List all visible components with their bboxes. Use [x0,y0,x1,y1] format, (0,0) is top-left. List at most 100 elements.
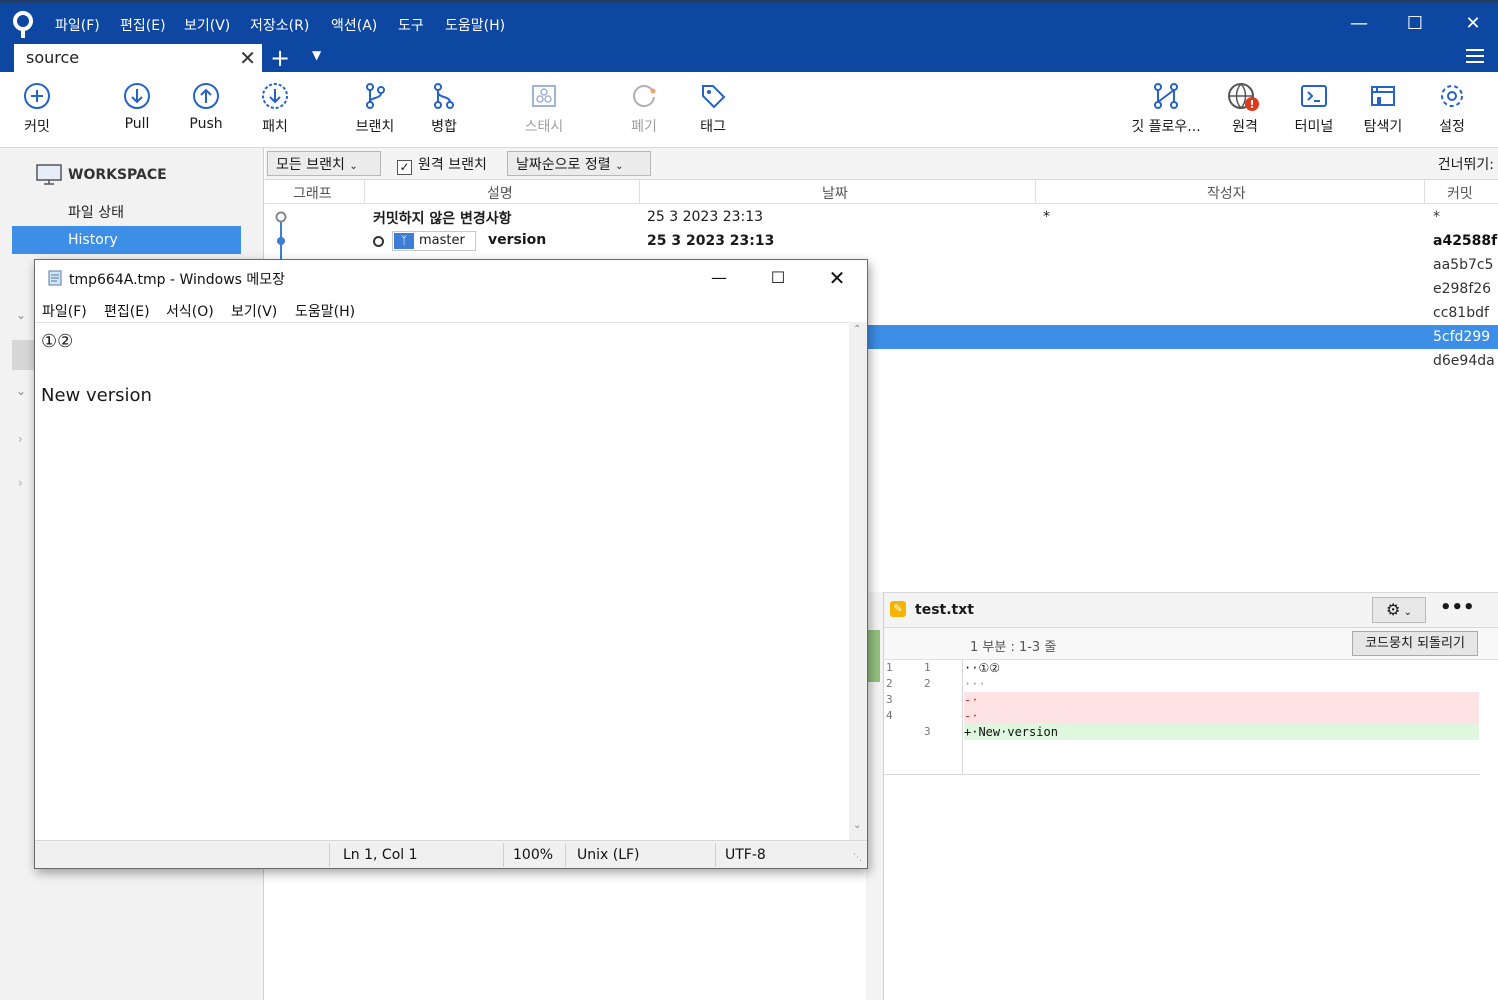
commit-hash[interactable]: cc81bdf [1433,305,1489,321]
diff-line-text: ··①② [964,661,1000,675]
patch-button[interactable]: 패치 [235,82,315,136]
pull-button[interactable]: Pull [97,82,177,132]
notepad-menu-help[interactable]: 도움말(H) [295,301,355,321]
diff-header: ✎ test.txt ⚙ ⌄ ••• [884,592,1498,628]
diff-line-text: -· [964,693,979,707]
remote-globe-icon: ! [1228,83,1259,111]
chevron-right-icon[interactable]: › [18,432,23,446]
menu-file[interactable]: 파일(F) [55,15,100,35]
explorer-button[interactable]: 탐색기 [1343,82,1423,136]
menu-help[interactable]: 도움말(H) [445,15,505,35]
branch-filter-dropdown[interactable]: 모든 브랜치 ⌄ [267,151,381,176]
resize-grip-icon[interactable]: ⋱ [853,853,862,863]
tag-icon [702,85,726,109]
uncommitted-desc[interactable]: 커밋하지 않은 변경사항 [373,208,512,228]
revert-hunk-button[interactable]: 코드뭉치 되돌리기 [1352,631,1478,656]
chevron-down-icon[interactable]: ⌄ [16,308,26,322]
scroll-up-icon[interactable]: ⌃ [853,324,861,335]
patch-label: 패치 [262,119,288,135]
push-button[interactable]: Push [166,82,246,132]
diff-line-deleted[interactable]: -· [964,708,1479,724]
tab-source[interactable]: source ✕ [14,44,262,72]
column-description[interactable]: 설명 [487,183,513,203]
close-button[interactable]: ✕ [1458,11,1488,37]
branch-button[interactable]: 브랜치 [335,82,415,136]
minimize-button[interactable]: — [1344,11,1374,37]
merge-label: 병합 [431,119,457,135]
notepad-vertical-scrollbar[interactable]: ⌃ ⌄ [849,322,867,840]
column-author[interactable]: 작성자 [1207,183,1246,203]
branch-filter-label: 모든 브랜치 [276,157,345,173]
column-commit[interactable]: 커밋 [1447,183,1473,203]
sort-dropdown[interactable]: 날짜순으로 정렬 ⌄ [507,151,651,176]
tab-dropdown-icon[interactable]: ▼ [312,48,321,62]
old-line-number: 4 [886,709,893,722]
maximize-button[interactable]: ☐ [1400,11,1430,37]
terminal-button[interactable]: 터미널 [1274,82,1354,136]
diff-options-button[interactable]: ⚙ ⌄ [1372,597,1426,623]
menu-tools[interactable]: 도구 [398,15,424,35]
commit-hash-selected[interactable]: 5cfd299 [1433,329,1490,345]
commit-icon [24,83,50,109]
notepad-menu-format[interactable]: 서식(O) [166,301,214,321]
menu-repository[interactable]: 저장소(R) [250,15,309,35]
commit-hash[interactable]: e298f26 [1433,281,1491,297]
tag-button[interactable]: 태그 [673,82,753,136]
menu-edit[interactable]: 편집(E) [120,15,166,35]
sidebar-selected-marker [12,340,36,370]
branch-label: 브랜치 [355,119,395,135]
hunk-title: 1 부분 : 1-3 줄 [970,640,1057,655]
git-flow-label: 깃 플로우... [1131,119,1201,135]
notepad-text-area[interactable]: ①② New version [35,322,849,840]
add-tab-icon[interactable]: + [270,44,290,72]
branch-name: master [419,233,465,248]
notepad-maximize-button[interactable]: ☐ [758,266,798,290]
git-flow-button[interactable]: 깃 플로우... [1126,82,1206,136]
notepad-menu-file[interactable]: 파일(F) [42,301,87,321]
notepad-close-button[interactable]: ✕ [817,266,857,290]
head-desc[interactable]: version [488,232,546,248]
more-options-icon[interactable]: ••• [1440,597,1475,618]
diff-line-added[interactable]: +·New·version [964,724,1479,740]
diff-body: 1 1 ··①② 2 2 ··· 3 -· 4 -· 3 +·New·versi… [884,660,1498,1000]
merge-button[interactable]: 병합 [404,82,484,136]
commit-hash[interactable]: d6e94da [1433,353,1495,369]
menu-actions[interactable]: 액션(A) [331,15,377,35]
discard-button[interactable]: 폐기 [604,82,684,136]
tab-close-icon[interactable]: ✕ [239,46,256,70]
checkbox-checked-icon: ✓ [397,160,412,175]
hamburger-menu-icon[interactable] [1466,48,1484,64]
chevron-right-icon[interactable]: › [18,476,23,490]
chevron-down-icon[interactable]: ⌄ [16,384,26,398]
settings-button[interactable]: 설정 [1412,82,1492,136]
remote-button[interactable]: ! 원격 [1205,82,1285,136]
explorer-label: 탐색기 [1363,119,1403,135]
notepad-menu-view[interactable]: 보기(V) [231,301,277,321]
selected-commit-row[interactable] [866,325,1498,349]
branch-icon: ᛉ [394,233,414,249]
diff-line-deleted[interactable]: -· [964,692,1479,708]
diff-line-text: +·New·version [964,725,1058,739]
scroll-down-icon[interactable]: ⌄ [853,820,861,831]
notepad-menu-edit[interactable]: 편집(E) [104,301,150,321]
patch-icon [262,83,288,109]
diff-line-context[interactable]: ··· [964,676,1479,692]
stash-button[interactable]: 스태시 [504,82,584,136]
sidebar-item-file-status[interactable]: 파일 상태 [68,202,124,222]
hunk-end-divider [884,774,1480,775]
stash-label: 스태시 [524,119,564,135]
toolbar: 커밋 Pull Push 패치 브랜치 병합 스태시 폐기 태그 깃 플로우..… [0,72,1498,148]
notepad-minimize-button[interactable]: — [699,266,739,290]
diff-line-context[interactable]: ··①② [964,660,1479,676]
commit-button[interactable]: 커밋 [0,82,77,136]
menu-view[interactable]: 보기(V) [184,15,230,35]
status-encoding: UTF-8 [725,847,766,863]
commit-hash[interactable]: aa5b7c5 [1433,257,1493,273]
sidebar-item-history[interactable]: History [12,226,241,254]
old-line-number: 3 [886,693,893,706]
column-graph[interactable]: 그래프 [293,183,332,203]
branch-label-master[interactable]: ᛉ master [392,231,476,251]
remote-branch-checkbox[interactable]: ✓ 원격 브랜치 [397,154,487,175]
column-date[interactable]: 날짜 [822,183,848,203]
status-line-ending: Unix (LF) [577,847,640,863]
